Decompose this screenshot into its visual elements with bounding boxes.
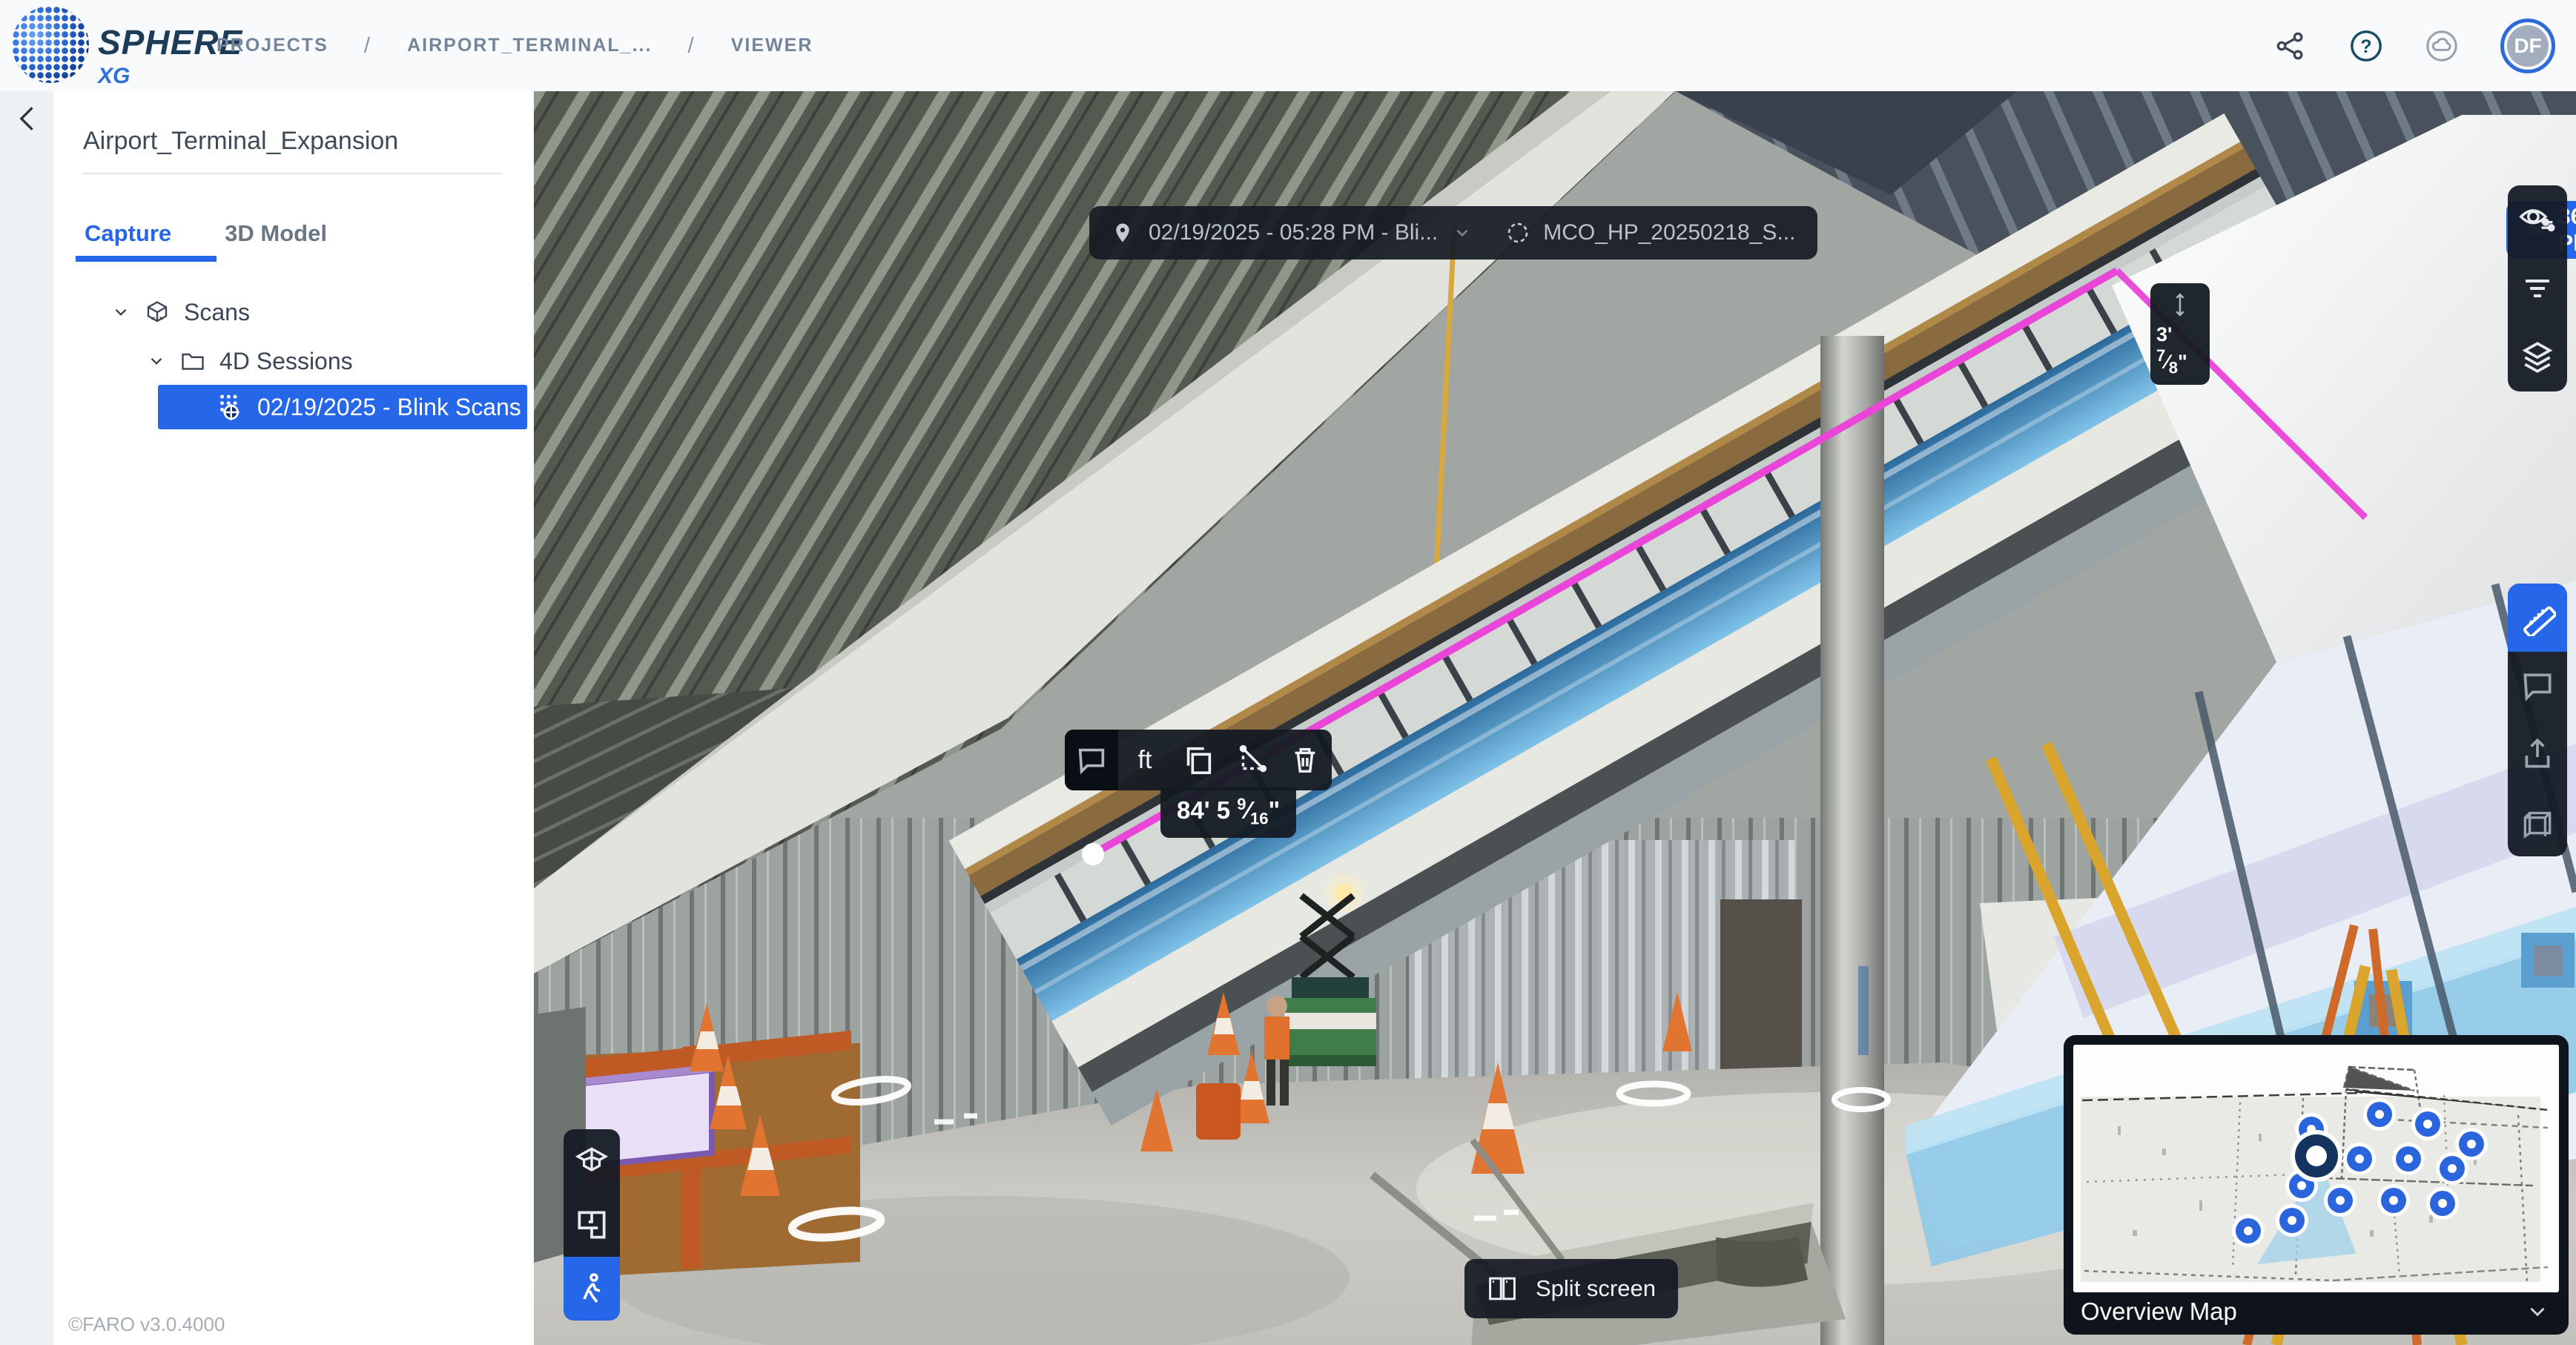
view-settings-toolbar [2508,185,2567,391]
overview-map-title: Overview Map [2081,1298,2237,1326]
blink-scan-icon [214,391,245,423]
chevron-down-icon [147,351,166,371]
distance-denominator: 16 [1250,810,1268,828]
top-bar: SPHERE XG PROJECTS / AIRPORT_TERMINAL_..… [0,0,2576,91]
scan-circle-icon [1506,221,1530,245]
overview-map-bar: Overview Map [2073,1292,2559,1331]
split-screen-label: Split screen [1536,1275,1656,1302]
pano-viewer[interactable]: 02/19/2025 - 05:28 PM - Bli... MCO_HP_20… [534,91,2576,1345]
distance-numerator: 9 [1237,795,1246,813]
sidebar-panel: Airport_Terminal_Expansion Capture 3D Mo… [53,91,532,1345]
sidebar-tabs: Capture 3D Model [53,214,532,262]
walk-mode-active[interactable] [564,1257,620,1321]
building-view-icon[interactable] [564,1129,620,1193]
visibility-settings-icon[interactable] [2508,185,2567,254]
folder-icon [179,348,206,374]
scan-point[interactable] [2279,1208,2305,1233]
chevron-down-icon [111,303,131,322]
tree-item-4d-sessions[interactable]: 4D Sessions [147,339,353,383]
tree-item-label: 4D Sessions [219,348,353,375]
location-pin-icon [1112,219,1134,246]
share-icon[interactable] [2273,29,2308,63]
capture-date-select[interactable]: 02/19/2025 - 05:28 PM - Bli... [1149,220,1438,245]
scan-point[interactable] [2289,1173,2314,1198]
project-title: Airport_Terminal_Expansion [83,127,398,156]
breadcrumb-projects[interactable]: PROJECTS [217,35,328,56]
breadcrumb-project[interactable]: AIRPORT_TERMINAL_... [407,35,652,56]
chevron-down-icon[interactable] [2525,1299,2550,1324]
navigation-mode-stack [564,1129,620,1321]
overview-map-panel: Overview Map [2064,1035,2569,1335]
scan-point[interactable] [2459,1131,2484,1157]
tree-item-label: 02/19/2025 - Blink Scans [257,394,521,421]
chevron-down-icon[interactable] [1453,223,1472,242]
floorplan-view-icon[interactable] [564,1193,620,1257]
cube-tool-icon[interactable] [2508,788,2567,856]
scan-point[interactable] [2347,1146,2372,1171]
height-numerator: 7 [2156,346,2165,365]
distance-suffix: " [1269,796,1281,824]
unit-toggle[interactable]: ft [1118,730,1172,790]
tools-toolbar [2508,584,2567,856]
overview-map-canvas[interactable] [2073,1045,2559,1292]
scan-point[interactable] [2415,1111,2440,1137]
angle-measure-icon[interactable] [1225,730,1278,790]
scan-point[interactable] [2440,1156,2465,1181]
comments-tool-icon[interactable] [2508,652,2567,720]
layers-icon[interactable] [2508,323,2567,391]
breadcrumb-viewer[interactable]: VIEWER [731,35,813,56]
location-bar: 02/19/2025 - 05:28 PM - Bli... MCO_HP_20… [1089,206,1817,260]
measurement-toolbar: ft [1065,730,1332,790]
height-whole: 3' [2156,323,2172,346]
tab-3d-model[interactable]: 3D Model [225,214,327,262]
tree-item-scans[interactable]: Scans [111,290,250,334]
scan-point[interactable] [2396,1146,2421,1171]
breadcrumb: PROJECTS / AIRPORT_TERMINAL_... / VIEWER [217,0,813,91]
faro-sphere-logo-icon [12,6,89,83]
scan-name: MCO_HP_20250218_S... [1543,220,1795,245]
copy-measurement-icon[interactable] [1172,730,1225,790]
tree-item-label: Scans [184,299,250,326]
measure-tool-active[interactable] [2508,584,2567,652]
divider [83,173,503,174]
export-tool-icon[interactable] [2508,720,2567,788]
breadcrumb-separator: / [687,33,695,59]
split-screen-button[interactable]: Split screen [1464,1259,1678,1318]
scan-point[interactable] [2430,1191,2455,1216]
cloud-status-icon[interactable] [2425,29,2459,63]
active-tab-underline [76,256,217,262]
breadcrumb-separator: / [364,33,371,59]
height-suffix: " [2178,351,2187,373]
filter-icon[interactable] [2508,254,2567,323]
scan-point[interactable] [2236,1218,2261,1243]
header-actions: ? DF [2273,0,2555,91]
help-icon[interactable]: ? [2349,29,2383,63]
scans-cube-icon [144,299,171,325]
tab-capture[interactable]: Capture [85,214,171,262]
current-scan-point[interactable] [2295,1134,2338,1177]
tree-item-blink-scans-selected[interactable]: 02/19/2025 - Blink Scans [158,385,527,429]
height-denominator: 8 [2169,358,2178,377]
scan-select[interactable]: MCO_HP_20250218_S... [1506,220,1795,245]
version-text: ©FARO v3.0.4000 [68,1313,225,1336]
vertical-arrows-icon [2172,292,2188,317]
height-measurement-label[interactable]: 3' 7⁄8" [2150,283,2210,385]
avatar[interactable]: DF [2500,19,2555,73]
delete-measurement-icon[interactable] [1278,730,1332,790]
scan-point[interactable] [2367,1102,2392,1127]
split-screen-icon [1487,1275,1518,1303]
measurement-comment-icon[interactable] [1065,730,1118,790]
distance-measurement-label[interactable]: 84' 5 9⁄16" [1160,787,1296,838]
sidebar-back-strip [0,91,53,1345]
svg-text:?: ? [2360,36,2371,56]
back-button[interactable] [12,102,44,135]
distance-whole: 84' 5 [1177,796,1237,824]
